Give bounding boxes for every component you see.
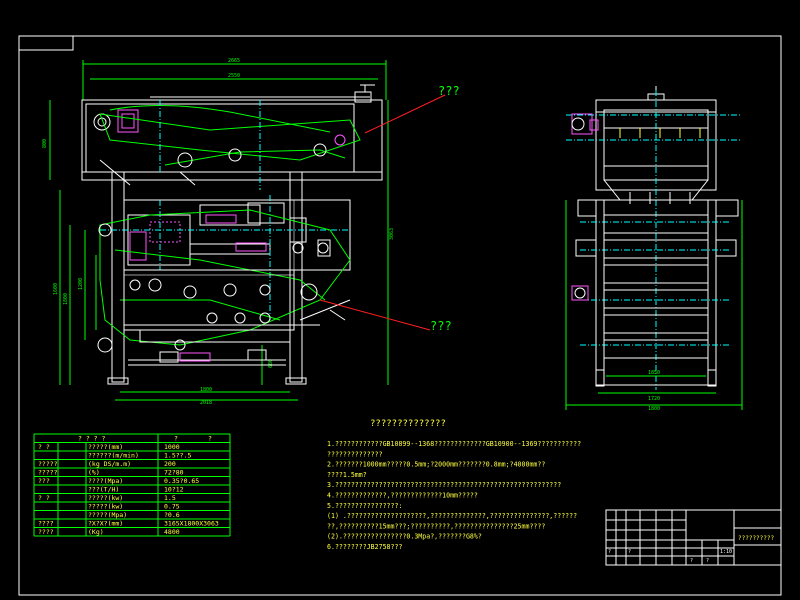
dim-top-inner: 2550 [228,73,240,79]
title-block-small-1: ? [628,549,631,555]
title-block-drawing-name: ?????????? [738,535,775,542]
dim-left-mid: 1600 [53,283,59,295]
table-row-value: 4800 [164,528,180,536]
note-line: ?????????????? [327,450,383,458]
table-row-value: 1.5??.5 [164,452,191,460]
table-row-item: (Kg) [88,528,104,536]
title-block-small-0: ? [608,549,611,555]
title-block-scale: 1:10 [720,549,732,555]
table-row-item: ????(Mpa) [88,477,123,485]
dim-left-lower: 1800 [63,293,69,305]
table-row-item: ???(T/H) [88,486,119,494]
table-row-value: 3165X1800X3063 [164,520,219,528]
dim-top-overall: 2665 [228,58,240,64]
table-row-item: ?????(mm) [88,443,123,451]
note-line: 6.????????JB2758??? [327,543,402,551]
cad-drawing-canvas: 2665 2550 800 1600 1800 1200 3063 680 18… [18,35,782,596]
table-row-group: ????? [38,460,58,468]
table-row-value: 1.5 [164,494,176,502]
table-row-value: ?0.6 [164,511,180,519]
front-view: 2665 2550 800 1600 1800 1200 3063 680 18… [42,58,446,406]
table-header-cell: ? [174,435,178,443]
corner-label-box [18,35,74,51]
callout-top: ??? [438,84,460,98]
dim-bottom-inner: 1800 [200,387,212,393]
title-block-small-2: ? [690,558,693,564]
dim-left-upper: 800 [42,139,48,148]
dim-side-inner: 1850 [648,370,660,376]
note-line: 2.???????1000mm?????0.5mm;?2000mm???????… [327,461,545,469]
table-row-value: 1000 [164,443,180,451]
notes-lines: 1.????????????GB10899--1368?????????????… [327,440,581,551]
spec-table: ? ? ? ???? ? ?????(mm) 1000??????(m/min) 1.… [33,433,231,537]
notes-title: ?????????????? [370,419,446,429]
table-row-value: 10?12 [164,486,184,494]
table-row-value: 72?80 [164,469,184,477]
table-row-item: ?????(Mpa) [88,511,127,519]
dim-left-lower2: 1200 [78,278,84,290]
dim-side-mid: 1720 [648,396,660,402]
table-row-group: ???? [38,520,54,528]
dim-bottom-outer: 2018 [200,400,212,406]
note-line: (2).????????????????0.3Mpa?,???????G8%? [327,533,482,541]
note-line: 1.????????????GB10899--1368?????????????… [327,440,581,448]
table-row-group: ???? [38,528,54,536]
table-row-group: ????? [38,469,58,477]
side-view: 1850 1720 1800 [565,86,743,412]
table-row-item: (kg DS/m.m) [88,460,131,468]
title-block-small-3: ? [706,558,709,564]
dim-right-height: 3063 [389,228,395,240]
table-row-group: ??? [38,477,50,485]
table-row-group: ? ? [38,443,50,451]
table-row-value: 0.75 [164,503,180,511]
table-row-group: ? ? [38,494,50,502]
table-row-value: 0.35?0.65 [164,477,199,485]
dim-side-outer: 1800 [648,406,660,412]
note-line: ??,??????????15mm???;??????????,????????… [327,522,545,530]
table-row-item: ?????(kw) [88,494,123,502]
table-row-item: ?????(kw) [88,503,123,511]
callout-bottom: ??? [430,319,452,333]
table-row-item: ??????(m/min) [88,452,139,460]
table-row-value: 200 [164,460,176,468]
note-line: 3.??????????????????????????????????????… [327,481,561,489]
note-line: 4.?????????????,?????????????10mm????? [327,492,478,500]
note-line: (1) .????????????????????,??????????????… [327,512,577,520]
note-line: 5.????????????????: [327,502,402,510]
table-header-cell: ? [208,435,212,443]
note-line: ????1.5mm? [327,471,367,479]
table-row-item: (%) [88,469,100,477]
table-header-cell: ? ? ? ? [78,435,105,443]
table-row-item: ?X?X?(mm) [88,520,123,528]
